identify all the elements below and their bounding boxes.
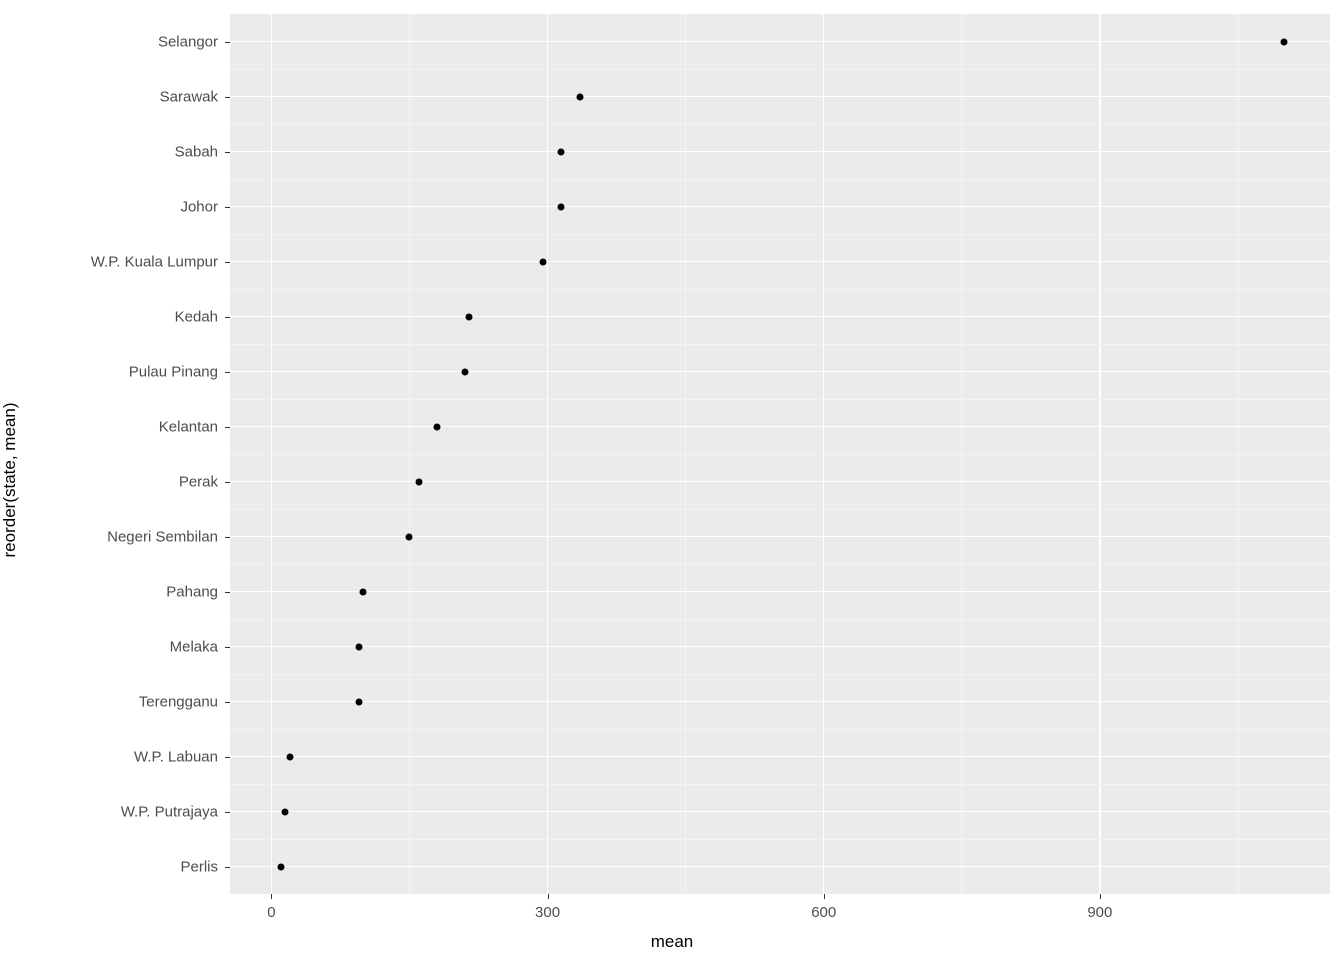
grid-minor-h — [230, 399, 1330, 400]
data-point — [466, 313, 473, 320]
y-tick-label: Sarawak — [160, 88, 218, 105]
grid-major-h — [230, 591, 1330, 592]
grid-major-h — [230, 371, 1330, 372]
data-point — [355, 698, 362, 705]
y-tick-label: Kelantan — [159, 418, 218, 435]
data-point — [434, 423, 441, 430]
y-tick-label: Pahang — [166, 583, 218, 600]
data-point — [558, 148, 565, 155]
y-tick-label: Selangor — [158, 33, 218, 50]
grid-minor-h — [230, 234, 1330, 235]
data-point — [1280, 38, 1287, 45]
grid-minor-h — [230, 784, 1330, 785]
y-tick-label: Johor — [180, 198, 218, 215]
grid-minor-h — [230, 619, 1330, 620]
data-point — [461, 368, 468, 375]
data-point — [406, 533, 413, 540]
y-tick-label: Sabah — [175, 143, 218, 160]
grid-major-h — [230, 756, 1330, 757]
y-tick-mark — [225, 757, 230, 758]
y-tick-mark — [225, 537, 230, 538]
y-tick-mark — [225, 97, 230, 98]
y-tick-label: Negeri Sembilan — [107, 528, 218, 545]
y-tick-mark — [225, 262, 230, 263]
grid-minor-h — [230, 509, 1330, 510]
x-tick-label: 600 — [811, 904, 836, 921]
x-tick-label: 300 — [535, 904, 560, 921]
grid-minor-h — [230, 124, 1330, 125]
grid-minor-h — [230, 69, 1330, 70]
data-point — [576, 93, 583, 100]
y-tick-label: Perlis — [180, 858, 218, 875]
data-point — [360, 588, 367, 595]
x-tick-mark — [824, 894, 825, 899]
grid-minor-h — [230, 839, 1330, 840]
chart-container: reorder(state, mean) mean 0 300 600 900 Sela… — [0, 0, 1344, 960]
data-point — [558, 203, 565, 210]
y-axis-title: reorder(state, mean) — [0, 403, 20, 558]
y-tick-mark — [225, 427, 230, 428]
data-point — [415, 478, 422, 485]
y-tick-label: Perak — [179, 473, 218, 490]
data-point — [286, 753, 293, 760]
y-tick-label: W.P. Labuan — [134, 748, 218, 765]
x-tick-label: 900 — [1087, 904, 1112, 921]
grid-major-h — [230, 316, 1330, 317]
data-point — [282, 808, 289, 815]
grid-minor-h — [230, 674, 1330, 675]
y-tick-label: Pulau Pinang — [129, 363, 218, 380]
grid-major-h — [230, 426, 1330, 427]
y-tick-mark — [225, 482, 230, 483]
x-axis-title: mean — [651, 932, 694, 952]
grid-minor-h — [230, 289, 1330, 290]
grid-minor-h — [230, 729, 1330, 730]
y-tick-label: Kedah — [175, 308, 218, 325]
y-tick-mark — [225, 42, 230, 43]
grid-major-h — [230, 536, 1330, 537]
x-tick-label: 0 — [267, 904, 275, 921]
grid-major-h — [230, 96, 1330, 97]
grid-minor-h — [230, 179, 1330, 180]
y-tick-label: W.P. Kuala Lumpur — [91, 253, 218, 270]
data-point — [277, 863, 284, 870]
x-tick-mark — [1100, 894, 1101, 899]
grid-major-h — [230, 701, 1330, 702]
grid-major-h — [230, 41, 1330, 42]
x-tick-mark — [548, 894, 549, 899]
y-tick-label: Melaka — [170, 638, 218, 655]
y-tick-label: Terengganu — [139, 693, 218, 710]
grid-minor-h — [230, 564, 1330, 565]
grid-major-h — [230, 866, 1330, 867]
y-tick-mark — [225, 207, 230, 208]
y-tick-mark — [225, 592, 230, 593]
grid-major-h — [230, 481, 1330, 482]
data-point — [355, 643, 362, 650]
data-point — [539, 258, 546, 265]
y-tick-mark — [225, 812, 230, 813]
x-tick-mark — [271, 894, 272, 899]
y-tick-mark — [225, 867, 230, 868]
y-tick-mark — [225, 702, 230, 703]
y-tick-mark — [225, 152, 230, 153]
y-tick-mark — [225, 647, 230, 648]
y-tick-mark — [225, 317, 230, 318]
grid-minor-h — [230, 344, 1330, 345]
grid-major-h — [230, 811, 1330, 812]
y-tick-label: W.P. Putrajaya — [121, 803, 218, 820]
grid-major-h — [230, 151, 1330, 152]
grid-major-h — [230, 206, 1330, 207]
grid-major-h — [230, 646, 1330, 647]
grid-major-h — [230, 261, 1330, 262]
y-tick-mark — [225, 372, 230, 373]
grid-minor-h — [230, 454, 1330, 455]
